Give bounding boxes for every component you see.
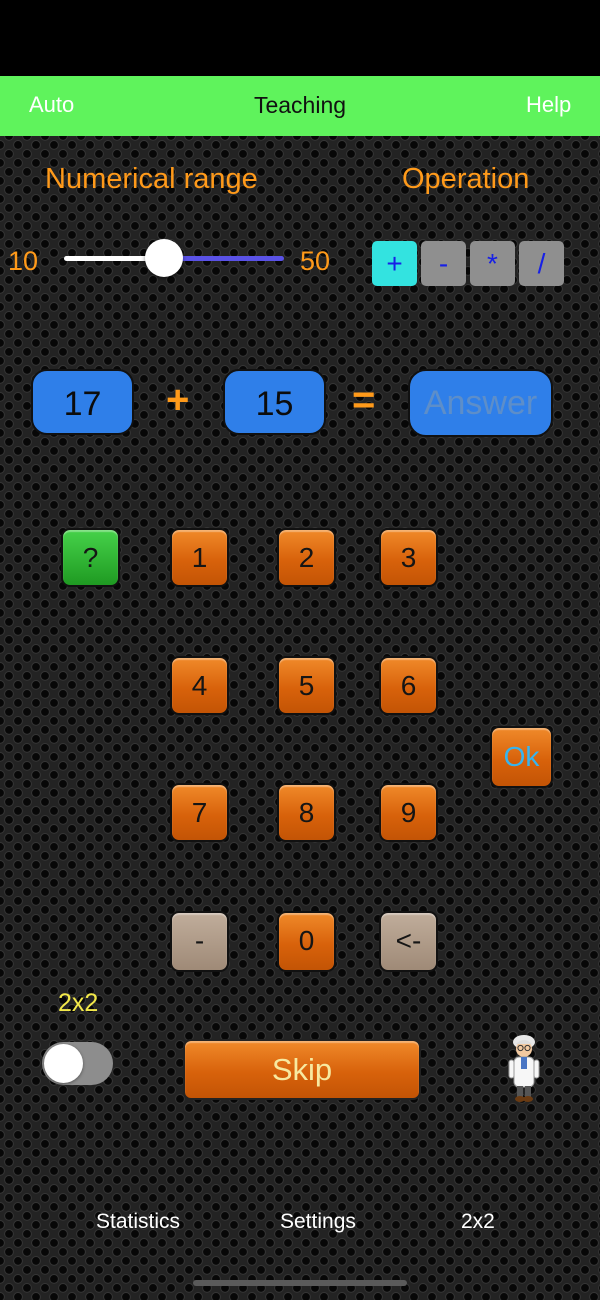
help-button[interactable]: Help bbox=[526, 92, 571, 118]
toggle-knob bbox=[44, 1044, 83, 1083]
skip-button[interactable]: Skip bbox=[183, 1039, 421, 1100]
range-max-label: 50 bbox=[300, 246, 331, 276]
tab-statistics[interactable]: Statistics bbox=[96, 1210, 180, 1234]
op-subtract-button[interactable]: - bbox=[421, 241, 466, 286]
tab-settings[interactable]: Settings bbox=[280, 1210, 356, 1234]
toggle-2x2-switch[interactable] bbox=[42, 1042, 113, 1085]
answer-field[interactable] bbox=[408, 369, 553, 437]
home-indicator bbox=[193, 1280, 407, 1286]
operand-b: 15 bbox=[223, 369, 326, 435]
range-min-label: 10 bbox=[8, 246, 39, 276]
key-0[interactable]: 0 bbox=[277, 911, 336, 972]
key-2[interactable]: 2 bbox=[277, 528, 336, 587]
slider-thumb[interactable] bbox=[145, 239, 183, 277]
op-multiply-button[interactable]: * bbox=[470, 241, 515, 286]
key-3[interactable]: 3 bbox=[379, 528, 438, 587]
toggle-2x2-label: 2x2 bbox=[58, 989, 99, 1017]
nav-bar: Auto Teaching Help bbox=[0, 76, 600, 136]
status-bar bbox=[0, 0, 600, 76]
key-7[interactable]: 7 bbox=[170, 783, 229, 842]
key-8[interactable]: 8 bbox=[277, 783, 336, 842]
ok-button[interactable]: Ok bbox=[490, 726, 553, 788]
key-1[interactable]: 1 bbox=[170, 528, 229, 587]
backspace-key[interactable]: <- bbox=[379, 911, 438, 972]
op-add-button[interactable]: + bbox=[372, 241, 417, 286]
key-6[interactable]: 6 bbox=[379, 656, 438, 715]
tab-2x2[interactable]: 2x2 bbox=[461, 1210, 495, 1234]
key-9[interactable]: 9 bbox=[379, 783, 438, 842]
minus-key[interactable]: - bbox=[170, 911, 229, 972]
nav-title: Teaching bbox=[253, 92, 347, 118]
key-4[interactable]: 4 bbox=[170, 656, 229, 715]
doctor-mascot-icon bbox=[508, 1035, 540, 1102]
operator-sign: + bbox=[166, 378, 190, 422]
equals-sign: = bbox=[352, 378, 376, 422]
key-5[interactable]: 5 bbox=[277, 656, 336, 715]
hint-button[interactable]: ? bbox=[61, 528, 120, 587]
op-divide-button[interactable]: / bbox=[519, 241, 564, 286]
operation-label: Operation bbox=[402, 163, 530, 195]
numerical-range-label: Numerical range bbox=[45, 163, 258, 195]
operand-a: 17 bbox=[31, 369, 134, 435]
